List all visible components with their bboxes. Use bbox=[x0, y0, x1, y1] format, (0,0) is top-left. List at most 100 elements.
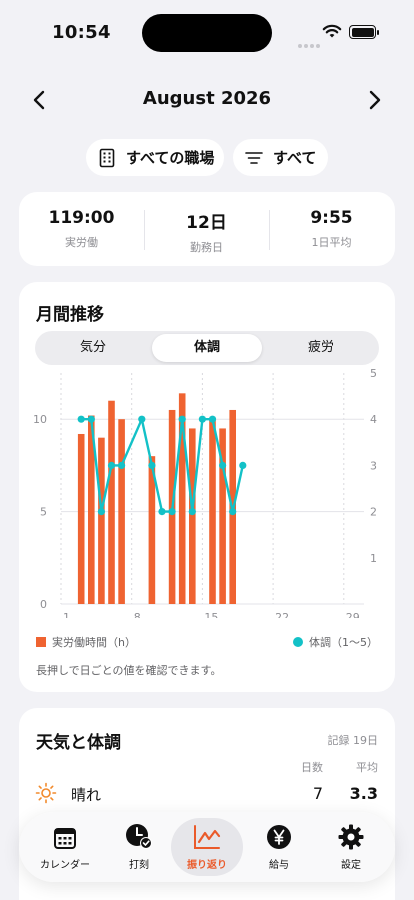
segment-condition[interactable]: 体調 bbox=[152, 334, 262, 362]
battery-icon bbox=[349, 25, 379, 39]
stat-value: 119:00 bbox=[48, 208, 115, 228]
workplace-filter-label: すべての職場 bbox=[126, 149, 215, 167]
tab-bar: カレンダー 打刻 振り返り 給与 設定 bbox=[19, 812, 395, 882]
stat-actual-work: 119:00 実労働 bbox=[19, 208, 144, 250]
weather-days: 7 bbox=[312, 784, 323, 803]
tab-settings[interactable]: 設定 bbox=[315, 818, 387, 876]
clock-check-icon bbox=[126, 824, 152, 849]
x-tick-label: 15 bbox=[204, 611, 218, 618]
column-average-header: 平均 bbox=[356, 761, 378, 774]
stat-value: 12日 bbox=[186, 213, 227, 233]
hours-bar bbox=[118, 419, 125, 604]
condition-point bbox=[107, 461, 116, 469]
calendar-icon bbox=[54, 828, 76, 849]
stat-daily-average: 9:55 1日平均 bbox=[269, 208, 394, 250]
left-tick-label: 5 bbox=[40, 506, 47, 519]
weather-average: 3.3 bbox=[349, 784, 378, 803]
right-tick-label: 5 bbox=[370, 368, 377, 380]
tab-clock-in[interactable]: 打刻 bbox=[103, 818, 175, 876]
condition-point bbox=[118, 461, 126, 469]
tab-review[interactable]: 振り返り bbox=[171, 818, 243, 876]
wifi-icon bbox=[322, 24, 342, 38]
dynamic-island bbox=[142, 14, 272, 52]
stat-work-days: 12日 勤務日 bbox=[144, 208, 269, 255]
month-title: August 2026 bbox=[142, 88, 272, 109]
building-icon bbox=[99, 148, 115, 167]
tab-salary[interactable]: 給与 bbox=[243, 818, 315, 876]
condition-line bbox=[81, 418, 244, 513]
column-days-header: 日数 bbox=[301, 761, 323, 774]
chart-hint: 長押しで日ごとの値を確認できます。 bbox=[36, 664, 222, 677]
gear-icon bbox=[338, 824, 364, 850]
tab-label: カレンダー bbox=[40, 860, 90, 871]
legend-hours: 実労働時間（h） bbox=[36, 634, 136, 650]
category-filter-label: すべて bbox=[273, 149, 317, 167]
status-bar: 10:54 bbox=[0, 0, 414, 62]
tab-label: 設定 bbox=[341, 860, 361, 871]
legend-hours-label: 実労働時間（h） bbox=[52, 636, 136, 649]
x-tick-label: 29 bbox=[346, 611, 360, 618]
condition-point bbox=[97, 508, 105, 516]
month-navigation: August 2026 bbox=[0, 82, 414, 118]
right-tick-label: 3 bbox=[370, 459, 377, 472]
legend-condition: 体調（1〜5） bbox=[293, 634, 378, 650]
next-month-chevron-icon[interactable] bbox=[362, 88, 386, 112]
sun-icon bbox=[35, 782, 57, 804]
legend-bar-swatch bbox=[36, 637, 46, 647]
signal-icon bbox=[298, 33, 322, 52]
filter-icon bbox=[245, 151, 263, 164]
condition-point bbox=[138, 415, 146, 423]
condition-point bbox=[87, 415, 95, 423]
legend-condition-label: 体調（1〜5） bbox=[309, 636, 378, 649]
hours-bar bbox=[98, 437, 105, 604]
x-tick-label: 22 bbox=[275, 611, 289, 618]
category-filter-button[interactable]: すべて bbox=[233, 139, 328, 176]
hours-bar bbox=[189, 428, 196, 604]
condition-point bbox=[219, 461, 227, 469]
condition-point bbox=[208, 415, 217, 423]
weather-row[interactable]: 晴れ 7 3.3 bbox=[19, 780, 395, 808]
stat-label: 1日平均 bbox=[311, 236, 352, 249]
tab-calendar[interactable]: カレンダー bbox=[29, 818, 101, 876]
segment-fatigue[interactable]: 疲労 bbox=[266, 334, 376, 362]
yen-icon bbox=[267, 825, 291, 849]
tab-label: 給与 bbox=[269, 860, 289, 871]
condition-point bbox=[188, 508, 196, 516]
stat-label: 勤務日 bbox=[190, 241, 223, 254]
condition-point bbox=[77, 415, 85, 423]
condition-point bbox=[239, 461, 247, 469]
records-count: 記録 19日 bbox=[327, 734, 379, 747]
tab-label: 振り返り bbox=[187, 860, 227, 871]
right-tick-label: 1 bbox=[370, 552, 377, 565]
metric-segmented-control: 気分 体調 疲労 bbox=[35, 331, 379, 365]
condition-point bbox=[198, 415, 206, 423]
x-tick-label: 1 bbox=[63, 611, 70, 618]
tab-label: 打刻 bbox=[129, 860, 149, 871]
hours-bar bbox=[77, 433, 85, 604]
chart-line-icon bbox=[194, 825, 221, 849]
condition-point bbox=[148, 461, 156, 469]
condition-point bbox=[178, 415, 186, 423]
right-tick-label: 4 bbox=[370, 413, 377, 426]
condition-point bbox=[229, 508, 237, 516]
monthly-trend-card: 月間推移 気分 体調 疲労 1 8 15 22 29 0 5 10 1 2 3 4 5 実労働時間（h）… bbox=[19, 282, 395, 692]
left-tick-label: 0 bbox=[40, 598, 47, 611]
right-tick-label: 2 bbox=[370, 506, 377, 519]
stat-value: 9:55 bbox=[310, 208, 353, 228]
x-tick-label: 8 bbox=[134, 611, 141, 618]
condition-point bbox=[158, 508, 166, 516]
legend-line-swatch bbox=[293, 637, 303, 647]
trend-chart[interactable]: 1 8 15 22 29 0 5 10 1 2 3 4 5 bbox=[19, 368, 395, 618]
condition-point bbox=[168, 508, 176, 516]
hours-bar bbox=[209, 419, 216, 604]
stat-label: 実労働 bbox=[65, 236, 98, 249]
weather-name: 晴れ bbox=[71, 786, 102, 804]
workplace-filter-button[interactable]: すべての職場 bbox=[86, 139, 224, 176]
trend-title: 月間推移 bbox=[36, 305, 104, 325]
left-tick-label: 10 bbox=[33, 413, 47, 426]
summary-card: 119:00 実労働 12日 勤務日 9:55 1日平均 bbox=[19, 192, 395, 266]
segment-mood[interactable]: 気分 bbox=[38, 334, 148, 362]
status-time: 10:54 bbox=[52, 22, 111, 43]
hours-bar bbox=[108, 400, 115, 604]
weather-title: 天気と体調 bbox=[36, 733, 121, 753]
